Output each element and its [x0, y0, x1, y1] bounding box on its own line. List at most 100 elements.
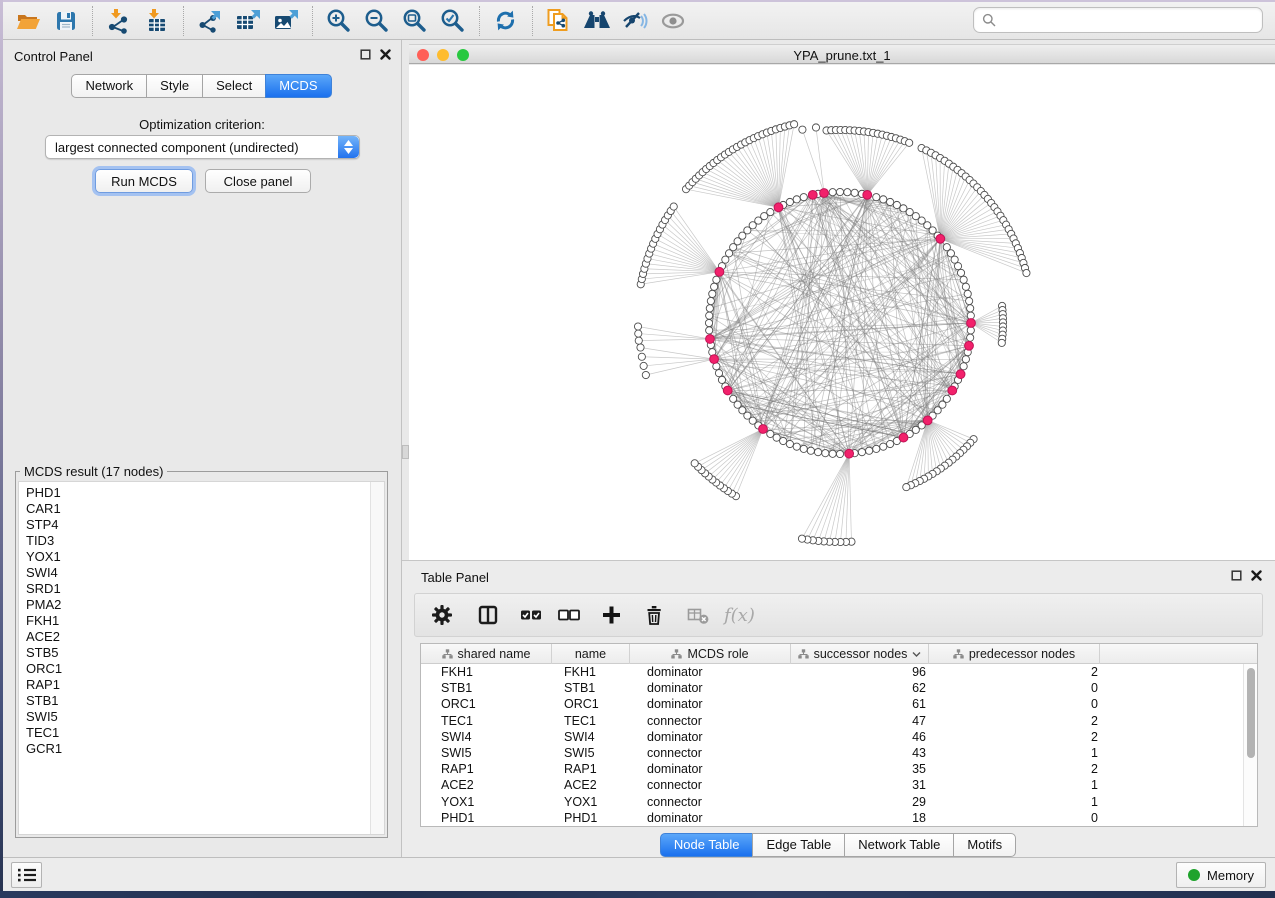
table-cell[interactable]: connector [632, 794, 794, 810]
mcds-result-item[interactable]: FKH1 [26, 613, 62, 629]
graph-node[interactable] [730, 395, 737, 402]
graph-mcds-hub-node[interactable] [820, 189, 829, 198]
graph-node[interactable] [829, 189, 836, 196]
show-panels-button[interactable] [11, 862, 42, 888]
table-tab-motifs[interactable]: Motifs [953, 833, 1016, 857]
graph-node[interactable] [962, 283, 969, 290]
graph-node[interactable] [637, 344, 644, 351]
table-cell[interactable]: 18 [794, 810, 933, 826]
graph-node[interactable] [844, 189, 851, 196]
column-header-shared-name[interactable]: shared name [421, 644, 552, 664]
table-cell[interactable]: dominator [632, 729, 794, 745]
table-cell[interactable]: YOX1 [421, 794, 553, 810]
mcds-result-item[interactable]: PHD1 [26, 485, 62, 501]
graph-node[interactable] [709, 290, 716, 297]
table-cell[interactable]: 0 [933, 696, 1105, 712]
table-cell[interactable]: 0 [933, 810, 1105, 826]
mcds-result-item[interactable]: CAR1 [26, 501, 62, 517]
zoom-in-button[interactable] [322, 5, 355, 37]
graph-node[interactable] [793, 196, 800, 203]
mcds-result-item[interactable]: ACE2 [26, 629, 62, 645]
graph-mcds-hub-node[interactable] [967, 319, 976, 328]
table-cell[interactable]: 43 [794, 745, 933, 761]
table-cell[interactable]: ORC1 [553, 696, 632, 712]
mcds-result-item[interactable]: STB1 [26, 693, 62, 709]
graph-mcds-hub-node[interactable] [759, 425, 768, 434]
graph-node[interactable] [800, 194, 807, 201]
table-row[interactable]: RAP1RAP1dominator352 [421, 761, 1257, 777]
import-network-button[interactable] [102, 5, 135, 37]
close-panel-button[interactable]: Close panel [205, 169, 311, 193]
table-scrollbar-thumb[interactable] [1247, 668, 1255, 758]
graph-node[interactable] [880, 196, 887, 203]
graph-node[interactable] [967, 305, 974, 312]
graph-node[interactable] [638, 353, 645, 360]
graph-node[interactable] [906, 139, 913, 146]
graph-node[interactable] [706, 312, 713, 319]
table-row[interactable]: ACE2ACE2connector311 [421, 777, 1257, 793]
graph-node[interactable] [713, 276, 720, 283]
graph-node[interactable] [960, 276, 967, 283]
show-columns-icon[interactable] [477, 604, 499, 626]
table-cell[interactable]: 1 [933, 794, 1105, 810]
export-table-button[interactable] [231, 5, 264, 37]
graph-node[interactable] [903, 484, 910, 491]
table-row[interactable]: ORC1ORC1dominator610 [421, 696, 1257, 712]
table-cell[interactable]: YOX1 [553, 794, 632, 810]
splitter-handle-icon[interactable] [402, 445, 409, 459]
graph-node[interactable] [957, 269, 964, 276]
deselect-all-icon[interactable] [558, 604, 581, 626]
table-cell[interactable]: 2 [933, 761, 1105, 777]
mcds-result-list[interactable]: PHD1CAR1STP4TID3YOX1SWI4SRD1PMA2FKH1ACE2… [18, 481, 385, 835]
save-session-button[interactable] [49, 5, 82, 37]
graph-node[interactable] [1023, 269, 1030, 276]
export-network-button[interactable] [193, 5, 226, 37]
graph-node[interactable] [705, 319, 712, 326]
table-cell[interactable]: 0 [933, 680, 1105, 696]
column-header-name[interactable]: name [552, 644, 630, 664]
mcds-result-item[interactable]: RAP1 [26, 677, 62, 693]
table-row[interactable]: TEC1TEC1connector472 [421, 713, 1257, 729]
table-row[interactable]: SWI4SWI4dominator462 [421, 729, 1257, 745]
graph-mcds-hub-node[interactable] [956, 370, 965, 379]
float-panel-icon[interactable] [360, 49, 371, 60]
graph-node[interactable] [798, 535, 805, 542]
table-row[interactable]: PHD1PHD1dominator180 [421, 810, 1257, 826]
graph-node[interactable] [807, 447, 814, 454]
graph-mcds-hub-node[interactable] [923, 416, 932, 425]
control-tab-mcds[interactable]: MCDS [265, 74, 331, 98]
graph-node[interactable] [691, 460, 698, 467]
graph-node[interactable] [642, 371, 649, 378]
graph-node[interactable] [786, 440, 793, 447]
mcds-result-item[interactable]: SRD1 [26, 581, 62, 597]
table-cell[interactable]: PHD1 [553, 810, 632, 826]
table-row[interactable]: SWI5SWI5connector431 [421, 745, 1257, 761]
control-tab-select[interactable]: Select [202, 74, 266, 98]
table-cell[interactable]: ORC1 [421, 696, 553, 712]
table-cell[interactable]: 2 [933, 664, 1105, 680]
zoom-selected-button[interactable] [436, 5, 469, 37]
mcds-result-item[interactable]: STP4 [26, 517, 62, 533]
result-list-scrollbar[interactable] [370, 482, 384, 834]
table-cell[interactable]: ACE2 [421, 777, 553, 793]
clone-network-button[interactable] [542, 5, 575, 37]
graph-mcds-hub-node[interactable] [706, 335, 715, 344]
table-cell[interactable]: 1 [933, 777, 1105, 793]
table-cell[interactable]: RAP1 [553, 761, 632, 777]
table-cell[interactable]: SWI5 [553, 745, 632, 761]
graph-node[interactable] [799, 126, 806, 133]
graph-node[interactable] [706, 327, 713, 334]
graph-node[interactable] [793, 443, 800, 450]
graph-node[interactable] [707, 297, 714, 304]
graph-node[interactable] [851, 189, 858, 196]
show-all-button[interactable] [656, 5, 689, 37]
table-cell[interactable]: FKH1 [553, 664, 632, 680]
table-cell[interactable]: 31 [794, 777, 933, 793]
graph-node[interactable] [967, 334, 974, 341]
export-image-button[interactable] [269, 5, 302, 37]
graph-node[interactable] [718, 376, 725, 383]
table-cell[interactable]: 35 [794, 761, 933, 777]
table-cell[interactable]: RAP1 [421, 761, 553, 777]
graph-node[interactable] [858, 449, 865, 456]
float-panel-icon[interactable] [1231, 570, 1242, 581]
